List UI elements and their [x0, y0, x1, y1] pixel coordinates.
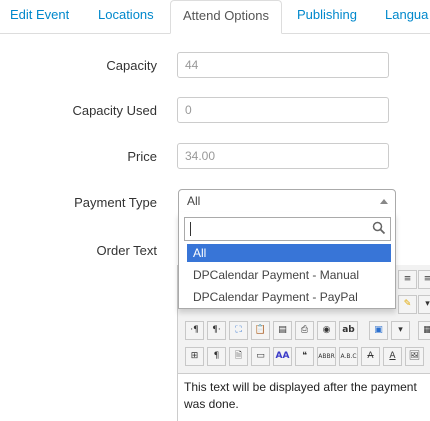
tab-publishing[interactable]: Publishing	[297, 0, 357, 30]
payment-type-select[interactable]: All	[178, 189, 396, 213]
fullscreen-icon[interactable]: ⛶	[229, 321, 248, 340]
table-icon[interactable]: ▦	[418, 321, 430, 340]
underline-text-icon[interactable]: A	[383, 347, 402, 366]
template-dropdown-icon[interactable]: ▾	[391, 321, 410, 340]
capacity-used-label: Capacity Used	[72, 103, 157, 118]
template-icon[interactable]: ▣	[369, 321, 388, 340]
payment-option-paypal[interactable]: DPCalendar Payment - PayPal	[187, 288, 391, 306]
capacity-label: Capacity	[106, 58, 157, 73]
tab-attend-options[interactable]: Attend Options	[170, 0, 282, 34]
payment-type-search-input[interactable]	[184, 217, 391, 241]
tab-language[interactable]: Langua	[385, 0, 430, 30]
price-input[interactable]: 34.00	[177, 143, 389, 169]
find-icon[interactable]: ◉	[317, 321, 336, 340]
search-icon	[372, 221, 386, 235]
visual-aid-icon[interactable]: ⊞	[185, 347, 204, 366]
capacity-input[interactable]: 44	[177, 52, 389, 78]
chevron-down-icon[interactable]: ▾	[418, 295, 430, 314]
chevron-up-icon	[380, 199, 388, 204]
text-caret	[190, 222, 191, 236]
paste-text-icon[interactable]: 📋	[251, 321, 270, 340]
price-label: Price	[127, 149, 157, 164]
tab-bar: Edit Event Locations Attend Options Publ…	[0, 0, 430, 34]
blockquote-icon[interactable]: ❝	[295, 347, 314, 366]
replace-icon[interactable]: ab	[339, 321, 358, 340]
preview-icon[interactable]: ▭	[251, 347, 270, 366]
order-text-label: Order Text	[96, 243, 157, 258]
payment-type-label: Payment Type	[74, 195, 157, 210]
order-text-content: This text will be displayed after the pa…	[184, 380, 417, 411]
print-icon[interactable]: ⎙	[295, 321, 314, 340]
payment-option-manual[interactable]: DPCalendar Payment - Manual	[187, 266, 391, 284]
align-center-icon[interactable]: ≡	[398, 270, 417, 289]
tab-edit-event[interactable]: Edit Event	[10, 0, 69, 30]
insert-file-icon[interactable]: 🗎	[229, 347, 248, 366]
image-icon[interactable]: 🖼	[405, 347, 424, 366]
strikethrough-icon[interactable]: A	[361, 347, 380, 366]
capacity-used-input[interactable]: 0	[177, 97, 389, 123]
pilcrow-icon[interactable]: ¶	[207, 347, 226, 366]
abbr-icon[interactable]: ABBR	[317, 347, 336, 366]
highlight-icon[interactable]: ✎	[398, 295, 417, 314]
tab-locations[interactable]: Locations	[98, 0, 154, 30]
align-right-icon[interactable]: ≡	[418, 270, 430, 289]
acronym-icon[interactable]: A.B.C	[339, 347, 358, 366]
payment-type-dropdown: All DPCalendar Payment - Manual DPCalend…	[178, 212, 396, 309]
order-text-editor[interactable]: This text will be displayed after the pa…	[177, 373, 430, 421]
ltr-icon[interactable]: ·¶	[185, 321, 204, 340]
rtl-icon[interactable]: ¶·	[207, 321, 226, 340]
style-icon[interactable]: AA	[273, 347, 292, 366]
paste-word-icon[interactable]: ▤	[273, 321, 292, 340]
payment-type-selected: All	[187, 194, 201, 208]
payment-option-all[interactable]: All	[187, 244, 391, 262]
